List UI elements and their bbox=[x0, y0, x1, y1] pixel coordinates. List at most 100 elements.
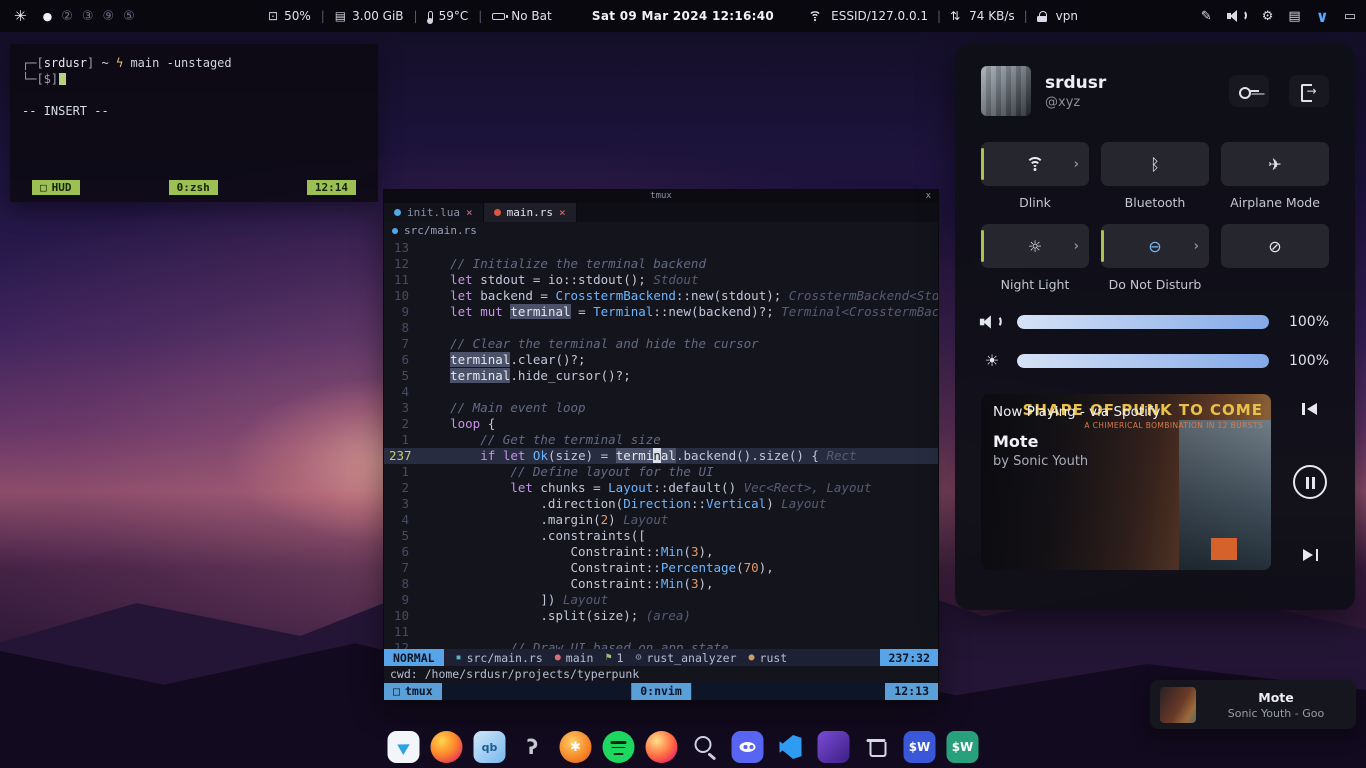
battery-icon bbox=[492, 13, 505, 20]
vscode-icon[interactable] bbox=[775, 731, 807, 763]
logout-icon bbox=[1301, 84, 1318, 98]
code-text: if let Ok(size) = terminal.backend().siz… bbox=[420, 448, 938, 464]
toggle-do-not-disturb: ⊖›Do Not Disturb bbox=[1101, 224, 1209, 292]
line-number: 1 bbox=[384, 432, 420, 448]
clipboard-icon[interactable]: ▤ bbox=[1288, 9, 1300, 24]
toggle-dlink: ›Dlink bbox=[981, 142, 1089, 210]
firefox-beta-icon[interactable] bbox=[646, 731, 678, 763]
blocked-icon: ⊘ bbox=[1268, 237, 1281, 256]
hud-terminal-window[interactable]: ┌─[srdusr] ~ ϟ main -unstaged └─[$] -- I… bbox=[10, 44, 378, 202]
line-number: 12 bbox=[384, 640, 420, 649]
toggle-blocked-button[interactable]: ⊘ bbox=[1221, 224, 1329, 268]
code-text: terminal.hide_cursor()?; bbox=[420, 368, 938, 384]
window-close-button[interactable]: x bbox=[926, 190, 931, 203]
code-text: let stdout = io::stdout(); Stdout bbox=[420, 272, 938, 288]
code-text: ]) Layout bbox=[420, 592, 938, 608]
editor-window[interactable]: tmux x init.lua×main.rs× src/main.rs 1 3 1… bbox=[383, 189, 939, 701]
telegram-icon[interactable] bbox=[388, 731, 420, 763]
orange-app-icon[interactable]: ✱ bbox=[560, 731, 592, 763]
line-number: 12 bbox=[384, 256, 420, 272]
workspace-indicator[interactable]: ⑤ bbox=[123, 9, 135, 24]
toggle-label: Airplane Mode bbox=[1221, 195, 1329, 210]
quick-toggles: ›DlinkᛒBluetooth✈Airplane Mode☼›Night Li… bbox=[955, 132, 1355, 296]
app-sw-blue-icon[interactable]: $W bbox=[904, 731, 936, 763]
spotify-icon[interactable] bbox=[603, 731, 635, 763]
tab-close-icon[interactable]: × bbox=[559, 206, 566, 219]
panel-toggle-icon[interactable]: ∨ bbox=[1316, 7, 1329, 26]
workspace-indicator[interactable]: ⑨ bbox=[103, 9, 115, 24]
firefox-icon[interactable] bbox=[431, 731, 463, 763]
toggle-airplane-mode-button[interactable]: ✈ bbox=[1221, 142, 1329, 186]
purple-app-icon[interactable] bbox=[818, 731, 850, 763]
toggle-label: Bluetooth bbox=[1101, 195, 1209, 210]
notification-title: Mote bbox=[1258, 690, 1293, 705]
code-line: 5 .constraints([ bbox=[384, 528, 938, 544]
gear-icon: ⚙ bbox=[635, 652, 641, 663]
search-tool-icon[interactable] bbox=[689, 731, 721, 763]
workspace-indicator[interactable]: ② bbox=[61, 9, 73, 24]
battery-stat: No Bat bbox=[492, 9, 551, 23]
tab-main.rs[interactable]: main.rs× bbox=[484, 203, 577, 222]
code-line: 237 if let Ok(size) = terminal.backend()… bbox=[384, 448, 938, 464]
keyring-button[interactable] bbox=[1229, 75, 1269, 107]
settings-icon[interactable]: ⚙ bbox=[1262, 9, 1274, 24]
code-text bbox=[420, 624, 938, 640]
temperature-icon bbox=[428, 11, 433, 22]
line-number: 3 bbox=[384, 496, 420, 512]
workspace-indicator[interactable]: ● bbox=[43, 10, 53, 23]
memory-icon: ▤ bbox=[335, 9, 346, 23]
toggle-dlink-button[interactable]: › bbox=[981, 142, 1089, 186]
tmux-window-badge[interactable]: 0:zsh bbox=[169, 180, 218, 195]
cwd-line: cwd: /home/srdusr/projects/typerpunk bbox=[384, 666, 938, 682]
line-number: 2 bbox=[384, 416, 420, 432]
code-area[interactable]: 1312 // Initialize the terminal backend1… bbox=[384, 239, 938, 649]
divider: | bbox=[937, 9, 941, 23]
line-number: 1 bbox=[384, 464, 420, 480]
media-notification[interactable]: Mote Sonic Youth - Goo bbox=[1150, 680, 1356, 729]
discord-icon[interactable] bbox=[732, 731, 764, 763]
tmux-window-badge[interactable]: 0:nvim bbox=[631, 683, 691, 700]
tab-init.lua[interactable]: init.lua× bbox=[384, 203, 484, 222]
hook-app-icon[interactable]: ʔ bbox=[517, 731, 549, 763]
window-titlebar: tmux x bbox=[384, 190, 938, 203]
launcher-icon[interactable]: ✳ bbox=[14, 7, 27, 25]
workspace-indicator[interactable]: ③ bbox=[82, 9, 94, 24]
code-text: let mut terminal = Terminal::new(backend… bbox=[420, 304, 938, 320]
toggle-bluetooth: ᛒ Bluetooth bbox=[1101, 142, 1209, 210]
code-line: 8 Constraint::Min(3), bbox=[384, 576, 938, 592]
breadcrumb: src/main.rs bbox=[384, 222, 938, 239]
tmux-session-badge[interactable]: □HUD bbox=[32, 180, 80, 195]
code-line: 1 // Define layout for the UI bbox=[384, 464, 938, 480]
volume-icon[interactable] bbox=[1227, 9, 1247, 23]
tmux-session-badge[interactable]: □tmux bbox=[384, 683, 442, 700]
toggle-night-light-button[interactable]: ☼› bbox=[981, 224, 1089, 268]
previous-button[interactable] bbox=[1300, 402, 1320, 416]
filetype-icon bbox=[394, 209, 401, 216]
code-text: // Initialize the terminal backend bbox=[420, 256, 938, 272]
next-button[interactable] bbox=[1300, 548, 1320, 562]
code-text: // Clear the terminal and hide the curso… bbox=[420, 336, 938, 352]
qutebrowser-icon[interactable]: qb bbox=[474, 731, 506, 763]
volume-slider[interactable] bbox=[1017, 315, 1269, 329]
code-text: .margin(2) Layout bbox=[420, 512, 938, 528]
file-icon bbox=[392, 228, 398, 234]
color-picker-icon[interactable]: ✎ bbox=[1201, 9, 1212, 24]
pause-button[interactable] bbox=[1293, 465, 1327, 499]
code-line: 4 .margin(2) Layout bbox=[384, 512, 938, 528]
bluetooth-icon: ᛒ bbox=[1150, 155, 1160, 174]
code-text: // Get the terminal size bbox=[420, 432, 938, 448]
app-sw-teal-icon[interactable]: $W bbox=[947, 731, 979, 763]
toggle-bluetooth-button[interactable]: ᛒ bbox=[1101, 142, 1209, 186]
vpn-lock-icon bbox=[1037, 13, 1047, 22]
trash-icon[interactable] bbox=[861, 731, 893, 763]
line-number: 237 bbox=[384, 448, 420, 464]
brightness-slider[interactable] bbox=[1017, 354, 1269, 368]
toggle-do-not-disturb-button[interactable]: ⊖› bbox=[1101, 224, 1209, 268]
logout-button[interactable] bbox=[1289, 75, 1329, 107]
tab-close-icon[interactable]: × bbox=[466, 206, 473, 219]
terminal-cursor bbox=[59, 73, 66, 85]
tmux-time-badge: 12:13 bbox=[885, 683, 938, 700]
tray-icon[interactable]: ▭ bbox=[1344, 9, 1356, 24]
now-playing-card[interactable]: SHAPE OF PUNK TO COME A CHIMERICAL BOMBI… bbox=[981, 394, 1271, 570]
dock-icon-label: $W bbox=[909, 740, 931, 754]
